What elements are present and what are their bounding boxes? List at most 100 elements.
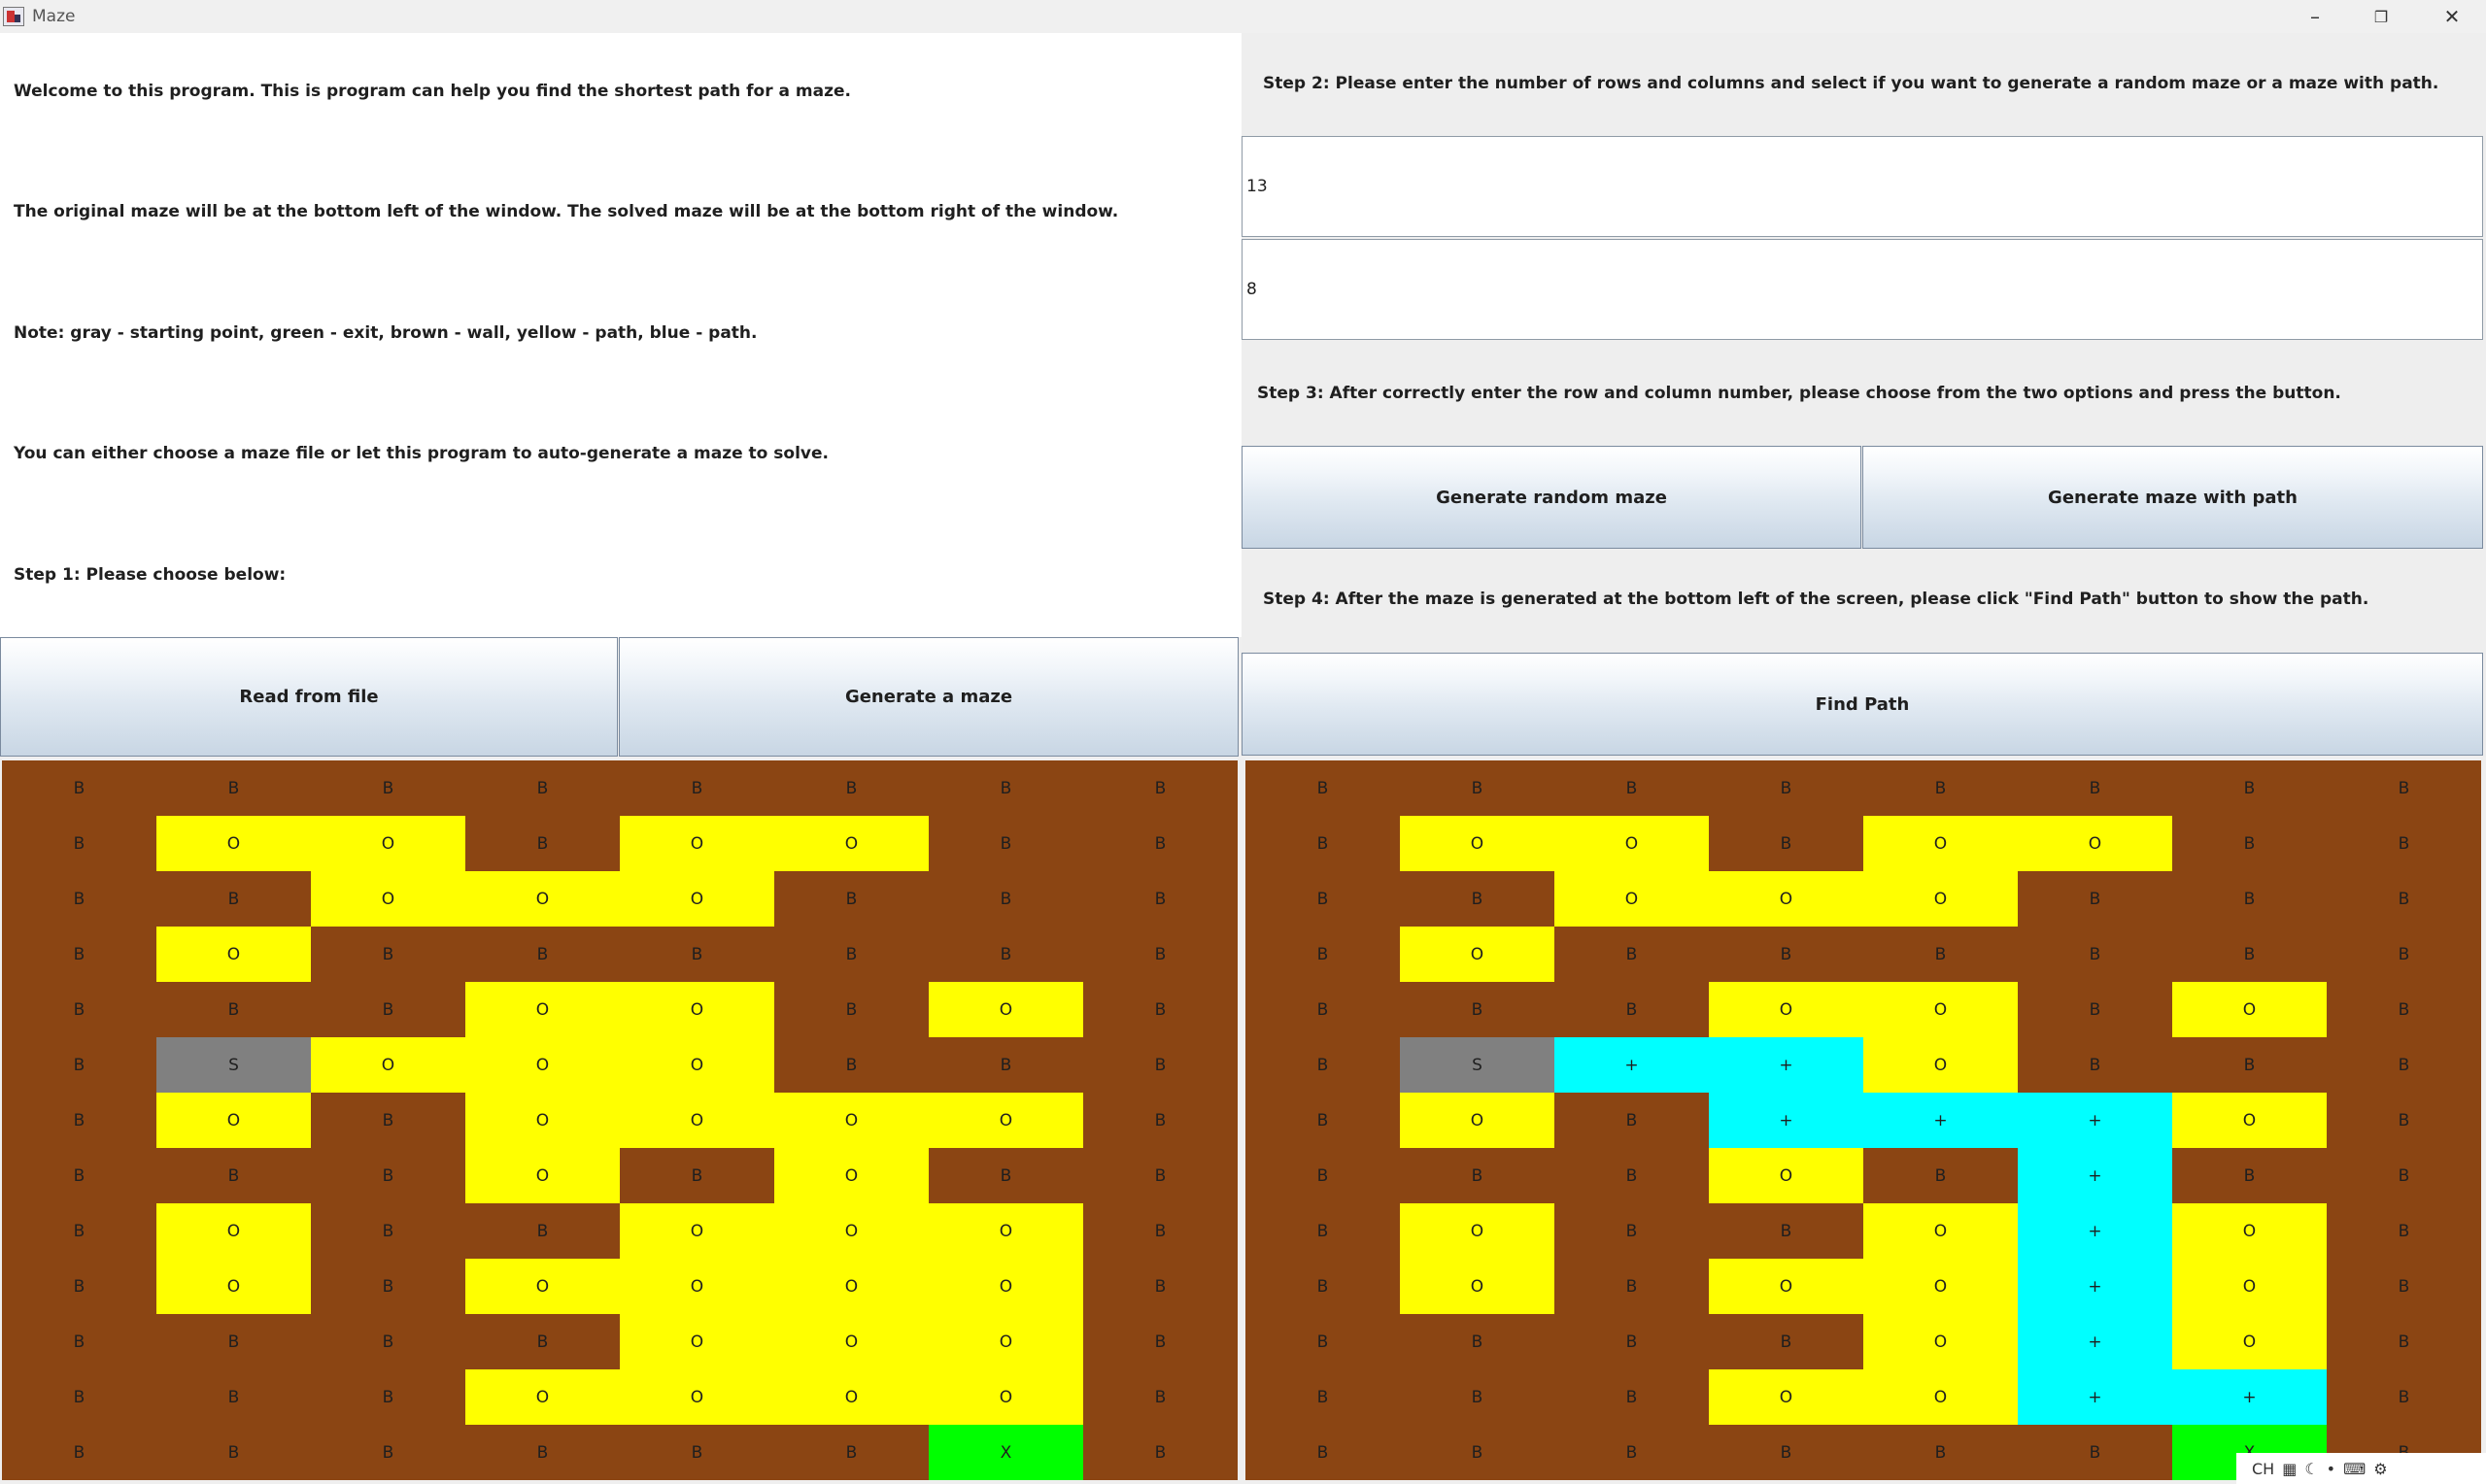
original-maze-cell-open: O — [465, 1148, 620, 1203]
original-maze-cell-wall: B — [2, 1148, 156, 1203]
mode-info-text: You can either choose a maze file or let… — [14, 444, 829, 463]
dot-icon[interactable]: • — [2327, 1460, 2335, 1478]
original-maze-cell-open: O — [465, 871, 620, 927]
original-maze-cell-wall: B — [929, 1037, 1083, 1093]
original-maze-cell-wall: B — [620, 1425, 774, 1480]
original-maze-cell-wall: B — [311, 982, 465, 1037]
keyboard-icon[interactable]: ⌨ — [2343, 1460, 2366, 1478]
original-maze-cell-wall: B — [156, 1314, 311, 1369]
solved-maze-cell-wall: B — [1554, 1259, 1709, 1314]
read-from-file-button[interactable]: Read from file — [0, 637, 618, 757]
columns-input[interactable]: 8 — [1242, 239, 2483, 340]
original-maze-cell-open: O — [774, 816, 929, 871]
original-maze-cell-open: O — [620, 1203, 774, 1259]
original-maze-cell-open: O — [465, 1037, 620, 1093]
solved-maze-cell-wall: B — [1400, 1148, 1554, 1203]
solved-maze-cell-wall: B — [1554, 1314, 1709, 1369]
original-maze-cell-wall: B — [1083, 1369, 1238, 1425]
solved-maze-cell-wall: B — [1400, 1369, 1554, 1425]
original-maze-cell-wall: B — [774, 871, 929, 927]
solved-maze-cell-open: O — [1863, 1037, 2018, 1093]
solved-maze-cell-path: + — [2018, 1314, 2172, 1369]
ime-indicator[interactable]: CH — [2252, 1460, 2274, 1478]
solved-maze-cell-wall: B — [2327, 1203, 2481, 1259]
original-maze-grid: BBBBBBBBBOOBOOBBBBOOOBBBBOBBBBBBBBBOOBOB… — [2, 760, 1238, 1480]
solved-maze-cell-open: O — [2172, 1093, 2327, 1148]
solved-maze-cell-open: O — [2172, 982, 2327, 1037]
solved-maze-cell-open: O — [1709, 1369, 1863, 1425]
solved-maze-cell-wall: B — [1245, 1425, 1400, 1480]
original-maze-cell-wall: B — [156, 1369, 311, 1425]
settings-icon[interactable]: ⚙ — [2373, 1460, 2387, 1478]
step1-label: Step 1: Please choose below: — [14, 565, 287, 585]
solved-maze-cell-wall: B — [1554, 927, 1709, 982]
original-maze-cell-open: O — [311, 816, 465, 871]
generate-maze-with-path-button[interactable]: Generate maze with path — [1862, 446, 2483, 549]
original-maze-cell-open: O — [620, 1093, 774, 1148]
minimize-button[interactable]: – — [2282, 0, 2348, 33]
solved-maze-cell-wall: B — [2327, 760, 2481, 816]
original-maze-cell-open: O — [774, 1369, 929, 1425]
original-maze-cell-open: O — [311, 1037, 465, 1093]
solved-maze-cell-wall: B — [1709, 1314, 1863, 1369]
original-maze-cell-wall: B — [465, 1425, 620, 1480]
solved-maze-cell-wall: B — [2327, 1093, 2481, 1148]
original-maze-cell-open: O — [156, 816, 311, 871]
solved-maze-cell-open: O — [1863, 1203, 2018, 1259]
solved-maze-cell-wall: B — [1554, 1148, 1709, 1203]
original-maze-cell-wall: B — [2, 982, 156, 1037]
original-maze-cell-wall: B — [1083, 760, 1238, 816]
original-maze-cell-open: O — [465, 1093, 620, 1148]
close-button[interactable]: ✕ — [2419, 0, 2485, 33]
solved-maze-cell-wall: B — [2172, 1148, 2327, 1203]
java-app-icon — [3, 7, 24, 26]
grid-icon[interactable]: ▦ — [2282, 1460, 2297, 1478]
original-maze-cell-open: O — [929, 982, 1083, 1037]
original-maze-cell-wall: B — [1083, 1148, 1238, 1203]
original-maze-cell-wall: B — [1083, 1314, 1238, 1369]
original-maze-cell-wall: B — [929, 927, 1083, 982]
solved-maze-cell-path: + — [2172, 1369, 2327, 1425]
original-maze-cell-wall: B — [1083, 1259, 1238, 1314]
original-maze-cell-open: O — [156, 927, 311, 982]
original-maze-cell-exit: X — [929, 1425, 1083, 1480]
original-maze-cell-wall: B — [311, 1314, 465, 1369]
solved-maze-cell-wall: B — [1554, 1425, 1709, 1480]
minimize-icon: – — [2310, 5, 2320, 28]
original-maze-cell-open: O — [620, 1037, 774, 1093]
original-maze-cell-open: O — [620, 1314, 774, 1369]
solved-maze-cell-wall: B — [1709, 927, 1863, 982]
solved-maze-cell-wall: B — [1863, 760, 2018, 816]
solved-maze-cell-wall: B — [1245, 1037, 1400, 1093]
find-path-button[interactable]: Find Path — [1242, 653, 2483, 756]
solved-maze-cell-wall: B — [2018, 871, 2172, 927]
original-maze-cell-wall: B — [2, 1314, 156, 1369]
solved-maze-cell-start: S — [1400, 1037, 1554, 1093]
original-maze-cell-wall: B — [774, 982, 929, 1037]
original-maze-cell-open: O — [156, 1259, 311, 1314]
original-maze-cell-wall: B — [929, 816, 1083, 871]
solved-maze-cell-open: O — [1400, 1203, 1554, 1259]
solved-maze-cell-open: O — [1863, 1314, 2018, 1369]
solved-maze-cell-wall: B — [1554, 982, 1709, 1037]
original-maze-cell-wall: B — [311, 1425, 465, 1480]
system-tray: CH ▦ ☾ • ⌨ ⚙ — [2236, 1453, 2486, 1484]
original-maze-cell-open: O — [156, 1093, 311, 1148]
solved-maze-cell-wall: B — [1554, 1369, 1709, 1425]
original-maze-cell-open: O — [465, 1259, 620, 1314]
original-maze-cell-wall: B — [2, 1425, 156, 1480]
original-maze-cell-open: O — [620, 1369, 774, 1425]
solved-maze-cell-open: O — [1709, 1148, 1863, 1203]
moon-icon[interactable]: ☾ — [2304, 1460, 2318, 1478]
generate-maze-button[interactable]: Generate a maze — [619, 637, 1239, 757]
original-maze-cell-wall: B — [774, 1037, 929, 1093]
original-maze-cell-wall: B — [774, 1425, 929, 1480]
solved-maze-cell-open: O — [1400, 816, 1554, 871]
restore-button[interactable]: ❐ — [2348, 0, 2414, 33]
solved-maze-cell-open: O — [1400, 1093, 1554, 1148]
rows-input[interactable]: 13 — [1242, 136, 2483, 237]
original-maze-cell-wall: B — [156, 1148, 311, 1203]
generate-random-maze-button[interactable]: Generate random maze — [1242, 446, 1861, 549]
original-maze-cell-wall: B — [929, 760, 1083, 816]
window-title: Maze — [32, 7, 76, 26]
